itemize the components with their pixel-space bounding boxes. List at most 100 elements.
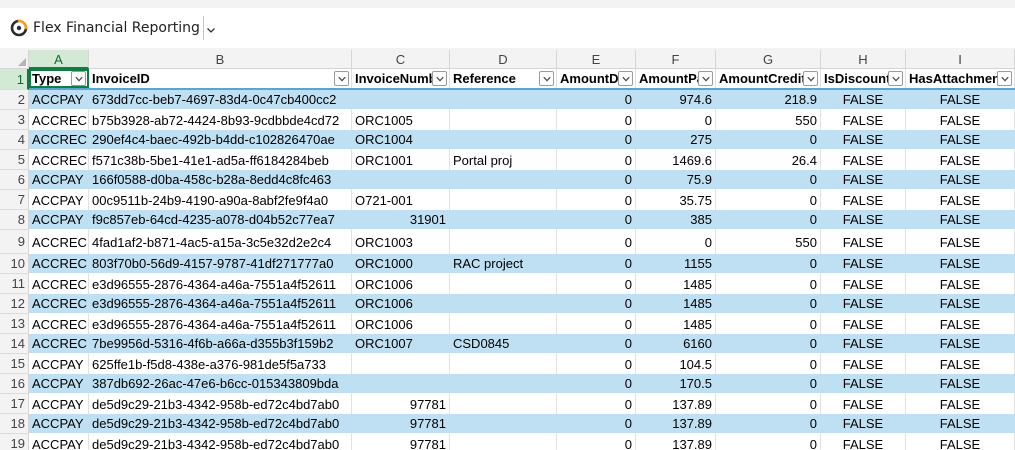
table-cell[interactable]: 26.4 — [716, 150, 821, 170]
table-cell[interactable]: ACCREC — [29, 274, 89, 294]
table-cell[interactable]: 6160 — [636, 334, 716, 354]
table-cell[interactable]: RAC project — [450, 254, 557, 274]
table-cell[interactable]: 170.5 — [636, 374, 716, 394]
table-cell[interactable]: FALSE — [906, 170, 1015, 190]
table-header-cell[interactable]: AmountCredite — [716, 69, 821, 88]
filter-dropdown-icon[interactable] — [618, 71, 633, 86]
table-cell[interactable]: FALSE — [906, 314, 1015, 334]
table-cell[interactable]: 385 — [636, 210, 716, 230]
table-cell[interactable]: 0 — [716, 374, 821, 394]
row-header-9[interactable]: 9 — [0, 230, 29, 254]
table-cell[interactable]: 0 — [557, 314, 636, 334]
table-cell[interactable]: ORC1006 — [352, 294, 450, 314]
table-cell[interactable]: FALSE — [821, 170, 906, 190]
table-cell[interactable]: ACCREC — [29, 150, 89, 170]
table-cell[interactable] — [450, 190, 557, 210]
filter-dropdown-icon[interactable] — [997, 71, 1012, 86]
table-cell[interactable] — [352, 374, 450, 394]
table-cell[interactable]: b75b3928-ab72-4424-8b93-9cdbbde4cd72 — [89, 110, 352, 130]
table-row[interactable]: ACCPAY 387db692-26ac-47e6-b6cc-015343809b… — [29, 374, 1015, 394]
table-cell[interactable]: 1485 — [636, 314, 716, 334]
column-header-d[interactable]: D — [450, 50, 557, 69]
table-cell[interactable]: ACCREC — [29, 230, 89, 254]
table-cell[interactable]: 550 — [716, 230, 821, 254]
row-header-1[interactable]: 1 — [0, 69, 29, 90]
row-header-15[interactable]: 15 — [0, 354, 29, 374]
table-cell[interactable]: 0 — [716, 354, 821, 374]
table-row[interactable]: ACCREC 803f70b0-56d9-4157-9787-41df271777… — [29, 254, 1015, 274]
table-cell[interactable]: FALSE — [906, 254, 1015, 274]
table-cell[interactable]: FALSE — [906, 190, 1015, 210]
table-cell[interactable]: FALSE — [821, 274, 906, 294]
table-cell[interactable]: FALSE — [821, 130, 906, 150]
table-row[interactable]: ACCPAY de5d9c29-21b3-4342-958b-ed72c4bd7a… — [29, 414, 1015, 434]
table-cell[interactable]: 673dd7cc-beb7-4697-83d4-0c47cb400cc2 — [89, 90, 352, 110]
table-cell[interactable]: 0 — [716, 294, 821, 314]
table-cell[interactable]: Portal proj — [450, 150, 557, 170]
table-cell[interactable]: 290ef4c4-baec-492b-b4dd-c102826470ae — [89, 130, 352, 150]
select-all-corner[interactable] — [0, 50, 29, 69]
table-cell[interactable]: FALSE — [906, 334, 1015, 354]
table-cell[interactable] — [450, 374, 557, 394]
table-cell[interactable]: ACCPAY — [29, 374, 89, 394]
table-cell[interactable]: 0 — [557, 230, 636, 254]
table-row[interactable]: ACCPAY 625ffe1b-f5d8-438e-a376-981de5f5a7… — [29, 354, 1015, 374]
table-cell[interactable]: ACCPAY — [29, 394, 89, 414]
table-cell[interactable]: 0 — [716, 254, 821, 274]
table-cell[interactable]: ORC1001 — [352, 150, 450, 170]
column-header-b[interactable]: B — [89, 50, 352, 69]
table-cell[interactable]: 75.9 — [636, 170, 716, 190]
table-row[interactable]: ACCPAY 00c9511b-24b9-4190-a90a-8abf2fe9f4… — [29, 190, 1015, 210]
table-cell[interactable]: 31901 — [352, 210, 450, 230]
table-cell[interactable]: CSD0845 — [450, 334, 557, 354]
table-cell[interactable]: ACCREC — [29, 294, 89, 314]
row-header-13[interactable]: 13 — [0, 314, 29, 334]
table-cell[interactable]: FALSE — [906, 394, 1015, 414]
table-cell[interactable]: f9c857eb-64cd-4235-a078-d04b52c77ea7 — [89, 210, 352, 230]
filter-dropdown-icon[interactable] — [432, 71, 447, 86]
table-cell[interactable]: FALSE — [821, 394, 906, 414]
row-header-5[interactable]: 5 — [0, 150, 29, 170]
table-cell[interactable]: 0 — [716, 210, 821, 230]
table-cell[interactable]: ORC1000 — [352, 254, 450, 274]
table-cell[interactable]: 0 — [557, 254, 636, 274]
table-cell[interactable]: FALSE — [821, 90, 906, 110]
table-cell[interactable]: FALSE — [821, 374, 906, 394]
table-cell[interactable]: FALSE — [906, 274, 1015, 294]
table-cell[interactable]: FALSE — [906, 294, 1015, 314]
table-cell[interactable]: 0 — [557, 374, 636, 394]
table-cell[interactable]: 0 — [557, 170, 636, 190]
table-cell[interactable]: 0 — [557, 274, 636, 294]
table-cell[interactable]: 35.75 — [636, 190, 716, 210]
table-cell[interactable]: FALSE — [821, 254, 906, 274]
table-cell[interactable]: 1485 — [636, 294, 716, 314]
table-cell[interactable]: ACCPAY — [29, 210, 89, 230]
table-cell[interactable] — [450, 274, 557, 294]
table-cell[interactable] — [450, 230, 557, 254]
table-cell[interactable]: 0 — [716, 130, 821, 150]
table-cell[interactable]: 0 — [557, 190, 636, 210]
table-row[interactable]: ACCPAY f9c857eb-64cd-4235-a078-d04b52c77e… — [29, 210, 1015, 230]
table-cell[interactable]: 4fad1af2-b871-4ac5-a15a-3c5e32d2e2c4 — [89, 230, 352, 254]
table-cell[interactable]: ACCREC — [29, 334, 89, 354]
filter-dropdown-icon[interactable] — [334, 71, 349, 86]
table-cell[interactable]: 0 — [557, 394, 636, 414]
table-cell[interactable]: FALSE — [821, 354, 906, 374]
table-cell[interactable] — [450, 130, 557, 150]
table-cell[interactable]: 0 — [557, 334, 636, 354]
table-cell[interactable]: ACCREC — [29, 314, 89, 334]
table-cell[interactable]: FALSE — [821, 294, 906, 314]
row-header-16[interactable]: 16 — [0, 374, 29, 394]
table-cell[interactable]: ACCPAY — [29, 90, 89, 110]
table-header-cell[interactable]: Reference — [450, 69, 557, 88]
table-cell[interactable] — [450, 314, 557, 334]
table-cell[interactable] — [450, 90, 557, 110]
table-cell[interactable]: ACCPAY — [29, 434, 89, 450]
table-row[interactable]: ACCREC e3d96555-2876-4364-a46a-7551a4f526… — [29, 294, 1015, 314]
table-cell[interactable]: 0 — [636, 110, 716, 130]
table-cell[interactable]: e3d96555-2876-4364-a46a-7551a4f52611 — [89, 314, 352, 334]
table-cell[interactable]: FALSE — [906, 414, 1015, 434]
table-cell[interactable]: FALSE — [821, 150, 906, 170]
column-header-h[interactable]: H — [821, 50, 906, 69]
table-row[interactable]: ACCREC e3d96555-2876-4364-a46a-7551a4f526… — [29, 314, 1015, 334]
